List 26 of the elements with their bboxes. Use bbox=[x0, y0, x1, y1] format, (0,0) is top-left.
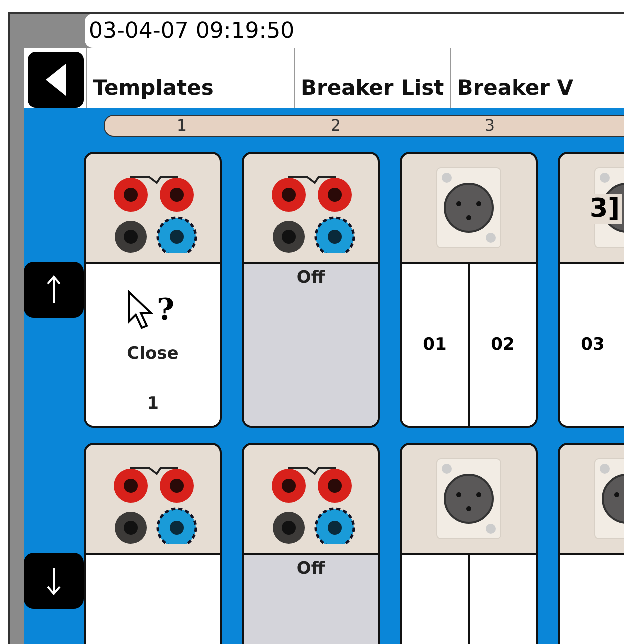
scroll-up-button[interactable] bbox=[24, 262, 84, 318]
scale-label: 2 bbox=[330, 116, 342, 136]
channel-card[interactable] bbox=[84, 443, 222, 644]
channel-card[interactable]: ? Close 1 bbox=[84, 152, 222, 428]
channel-card[interactable] bbox=[400, 443, 538, 644]
channel-card[interactable]: Off bbox=[242, 152, 380, 428]
scroll-down-button[interactable] bbox=[24, 553, 84, 609]
up-arrow-icon bbox=[46, 275, 62, 305]
back-button[interactable] bbox=[28, 52, 84, 108]
channel-cell[interactable]: 03 bbox=[560, 264, 624, 426]
channel-cell[interactable]: 02 bbox=[468, 264, 536, 426]
channel-number: 1 bbox=[147, 394, 159, 414]
status-label: Close bbox=[127, 344, 179, 364]
channel-cell[interactable]: 01 bbox=[402, 264, 468, 426]
xlr-socket-icon bbox=[435, 166, 503, 250]
channel-card[interactable]: 01 02 bbox=[400, 152, 538, 428]
scale-label: 1 bbox=[176, 116, 188, 136]
status-label: Off bbox=[296, 559, 326, 579]
back-icon bbox=[44, 62, 68, 98]
xlr-socket-icon bbox=[435, 457, 503, 541]
channel-card[interactable]: Off bbox=[242, 443, 380, 644]
channel-card[interactable]: 03 3] bbox=[558, 152, 624, 428]
down-arrow-icon bbox=[46, 566, 62, 596]
scale-label: 3 bbox=[484, 116, 496, 136]
timestamp-field: 03-04-07 09:19:50 bbox=[85, 14, 624, 48]
status-label: Off bbox=[296, 268, 326, 288]
